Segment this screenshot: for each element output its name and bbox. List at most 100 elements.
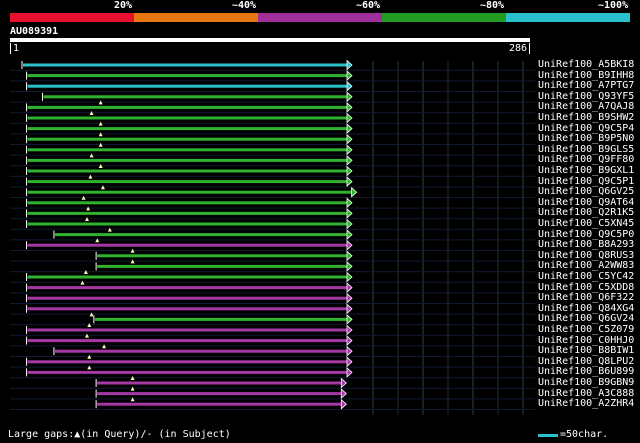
hit-bar[interactable] bbox=[27, 84, 348, 88]
hit-label[interactable]: UniRef100_A3C888 bbox=[538, 388, 634, 399]
hit-arrow bbox=[346, 314, 353, 325]
hit-label[interactable]: UniRef100_Q9C5P0 bbox=[538, 229, 634, 240]
hit-arrow bbox=[346, 218, 353, 230]
hit-arrow bbox=[346, 70, 353, 81]
hit-arrow bbox=[346, 208, 353, 219]
hit-arrow bbox=[346, 133, 353, 145]
hit-arrow bbox=[346, 144, 353, 156]
hit-label[interactable]: UniRef100_B8A293 bbox=[538, 240, 634, 250]
hit-bar[interactable] bbox=[54, 233, 348, 237]
hit-label[interactable]: UniRef100_Q8RUS3 bbox=[538, 250, 634, 261]
hit-bar[interactable] bbox=[97, 392, 342, 396]
hit-label[interactable]: UniRef100_A7PTG7 bbox=[538, 81, 634, 91]
hit-arrow bbox=[346, 91, 353, 103]
hit-label[interactable]: UniRef100_Q6F322 bbox=[538, 293, 634, 303]
hit-arrow bbox=[346, 112, 353, 124]
hit-bar[interactable] bbox=[27, 286, 348, 290]
hit-bar[interactable] bbox=[23, 63, 347, 67]
hit-label[interactable]: UniRef100_Q9AT64 bbox=[538, 197, 634, 208]
hit-bar[interactable] bbox=[27, 158, 348, 162]
hit-arrow bbox=[346, 123, 353, 134]
hit-label[interactable]: UniRef100_B8BIW1 bbox=[538, 346, 634, 356]
scale-line bbox=[538, 434, 558, 437]
hit-label[interactable]: UniRef100_B9GLS5 bbox=[538, 144, 634, 155]
hit-bar[interactable] bbox=[27, 243, 348, 247]
hit-label[interactable]: UniRef100_C5Z079 bbox=[538, 325, 634, 335]
hit-bar[interactable] bbox=[27, 169, 348, 173]
hit-label[interactable]: UniRef100_Q8LPU2 bbox=[538, 356, 634, 367]
hit-bar[interactable] bbox=[27, 105, 348, 109]
hit-bar[interactable] bbox=[27, 137, 348, 141]
hit-bar[interactable] bbox=[27, 190, 352, 194]
hit-label[interactable]: UniRef100_Q6GV25 bbox=[538, 187, 634, 197]
hit-bar[interactable] bbox=[27, 328, 348, 332]
hit-arrow bbox=[340, 388, 347, 399]
hit-bar[interactable] bbox=[27, 307, 348, 311]
hit-label[interactable]: UniRef100_B9GBN9 bbox=[538, 378, 634, 388]
hit-bar[interactable] bbox=[43, 95, 348, 99]
hit-arrow bbox=[340, 398, 347, 410]
hit-bar[interactable] bbox=[27, 211, 348, 215]
hit-arrow bbox=[346, 59, 353, 71]
hit-arrow bbox=[346, 102, 353, 113]
hit-bar[interactable] bbox=[97, 254, 348, 258]
hit-arrow bbox=[346, 271, 353, 283]
footer-scale-legend: =50char. bbox=[560, 429, 609, 440]
hit-arrow bbox=[346, 239, 353, 251]
hit-arrow bbox=[351, 186, 358, 198]
hit-bar[interactable] bbox=[94, 317, 347, 321]
hit-bar[interactable] bbox=[27, 148, 348, 152]
hit-arrow bbox=[346, 356, 353, 368]
hit-bar[interactable] bbox=[97, 402, 342, 406]
hit-arrow bbox=[346, 335, 353, 346]
hit-label[interactable]: UniRef100_Q6GV24 bbox=[538, 314, 634, 324]
hit-bar[interactable] bbox=[27, 116, 348, 120]
hit-label[interactable]: UniRef100_A7QAJ8 bbox=[538, 102, 634, 112]
hit-label[interactable]: UniRef100_Q9FF80 bbox=[538, 155, 634, 165]
hit-arrow bbox=[346, 292, 353, 304]
hit-arrow bbox=[346, 80, 353, 92]
hit-bar[interactable] bbox=[27, 296, 348, 300]
hit-bar[interactable] bbox=[27, 360, 348, 364]
hit-label[interactable]: UniRef100_A2ZHR4 bbox=[538, 399, 634, 409]
hit-label[interactable]: UniRef100_B9GXL1 bbox=[538, 166, 634, 176]
hit-bar[interactable] bbox=[27, 339, 348, 343]
hit-label[interactable]: UniRef100_Q9C5P4 bbox=[538, 123, 634, 134]
hit-bar[interactable] bbox=[97, 381, 342, 385]
hit-label[interactable]: UniRef100_Q84XG4 bbox=[538, 303, 634, 314]
footer-gaps-legend: Large gaps:▲(in Query)/- (in Subject) bbox=[8, 429, 231, 440]
hit-label[interactable]: UniRef100_A2WW83 bbox=[538, 261, 634, 271]
hit-label[interactable]: UniRef100_A5BKI8 bbox=[538, 60, 634, 70]
hit-bar[interactable] bbox=[27, 127, 348, 131]
hit-label[interactable]: UniRef100_Q9C5P1 bbox=[538, 176, 634, 187]
hit-bar[interactable] bbox=[27, 275, 348, 279]
hit-arrow bbox=[346, 176, 353, 187]
hit-arrow bbox=[346, 367, 353, 378]
hit-arrow bbox=[346, 229, 353, 240]
hit-bar[interactable] bbox=[97, 264, 348, 268]
hit-arrow bbox=[346, 165, 353, 177]
hit-label[interactable]: UniRef100_C0HHJ0 bbox=[538, 335, 634, 346]
hit-label[interactable]: UniRef100_B9P5N0 bbox=[538, 134, 634, 144]
hit-label[interactable]: UniRef100_C5XN45 bbox=[538, 219, 634, 229]
hit-arrow bbox=[346, 155, 353, 166]
hit-bar[interactable] bbox=[27, 370, 348, 374]
hit-arrow bbox=[346, 282, 353, 293]
hit-label[interactable]: UniRef100_B6U899 bbox=[538, 367, 634, 377]
hit-label[interactable]: UniRef100_B9IHH8 bbox=[538, 70, 634, 81]
hit-label[interactable]: UniRef100_Q2R1K5 bbox=[538, 208, 634, 218]
hit-arrow bbox=[346, 303, 353, 315]
hit-arrow bbox=[340, 377, 347, 389]
hit-label[interactable]: UniRef100_Q93YF5 bbox=[538, 91, 634, 102]
hit-bar[interactable] bbox=[27, 201, 348, 205]
hit-bar[interactable] bbox=[27, 180, 348, 184]
hit-bar[interactable] bbox=[27, 74, 348, 78]
hit-arrow bbox=[346, 261, 353, 272]
hit-label[interactable]: UniRef100_C5YC42 bbox=[538, 272, 634, 282]
hit-arrow bbox=[346, 324, 353, 336]
hit-bar[interactable] bbox=[54, 349, 348, 353]
hit-label[interactable]: UniRef100_B9SHW2 bbox=[538, 113, 634, 123]
hit-arrow bbox=[346, 197, 353, 209]
hit-label[interactable]: UniRef100_C5XDD8 bbox=[538, 282, 634, 293]
hit-bar[interactable] bbox=[27, 222, 348, 226]
